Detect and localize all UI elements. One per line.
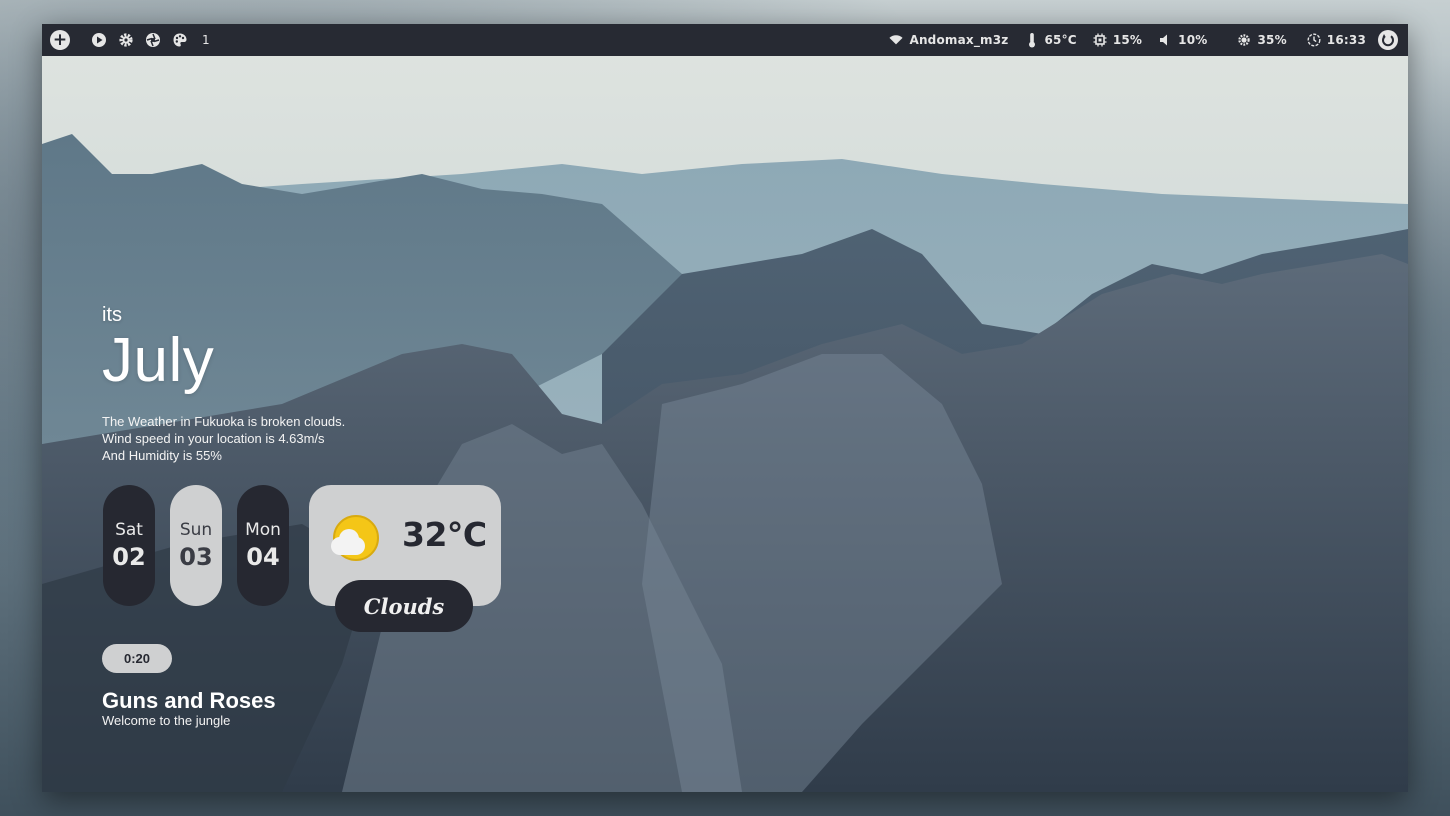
day-number: 02	[112, 542, 146, 571]
play-icon[interactable]	[90, 31, 108, 49]
clock-status[interactable]: 16:33	[1307, 31, 1366, 49]
day-name: Sat	[115, 519, 143, 540]
volume-label: 10%	[1178, 33, 1208, 47]
wifi-label: Andomax_m3z	[909, 33, 1009, 47]
mountain-wallpaper	[42, 24, 1408, 792]
clock-icon	[1307, 31, 1321, 49]
day-number: 03	[179, 542, 213, 571]
month-name: July	[102, 326, 215, 395]
brightness-status[interactable]: 35%	[1237, 31, 1287, 49]
day-pill-sun: Sun 03	[170, 485, 222, 606]
weather-description: The Weather in Fukuoka is broken clouds.…	[102, 413, 345, 464]
palette-icon[interactable]	[171, 31, 189, 49]
brightness-icon	[1237, 31, 1251, 49]
clock-label: 16:33	[1326, 33, 1366, 47]
cpu-status[interactable]: 15%	[1093, 31, 1142, 49]
power-icon[interactable]	[1378, 30, 1398, 50]
day-pills: Sat 02 Sun 03 Mon 04	[103, 485, 289, 606]
volume-status[interactable]: 10%	[1158, 31, 1207, 49]
day-name: Sun	[179, 519, 213, 540]
cpu-label: 15%	[1112, 33, 1143, 47]
gear-icon[interactable]	[117, 31, 135, 49]
cpu-icon	[1093, 31, 1107, 49]
topbar-right: Andomax_m3z 65°C 15% 10% 35% 16:33	[873, 30, 1408, 50]
weather-line: Wind speed in your location is 4.63m/s	[102, 431, 325, 446]
music-artist: Guns and Roses	[102, 688, 276, 713]
month-widget: its July	[102, 304, 214, 393]
brightness-label: 35%	[1257, 33, 1287, 47]
desktop-screen: + 1 Andomax_m3z 65°C 15% 10% 35% 16:33 i…	[42, 24, 1408, 792]
aperture-icon[interactable]	[144, 31, 162, 49]
music-title: Welcome to the jungle	[102, 713, 231, 728]
weather-line: And Humidity is 55%	[102, 448, 222, 463]
cloud-base	[331, 537, 365, 555]
day-pill-mon: Mon 04	[237, 485, 289, 606]
wifi-status[interactable]: Andomax_m3z	[889, 31, 1008, 49]
temperature-status[interactable]: 65°C	[1025, 31, 1077, 49]
month-prefix: its	[102, 304, 122, 326]
plus-icon[interactable]: +	[50, 30, 70, 50]
day-number: 04	[246, 542, 280, 571]
thermometer-icon	[1025, 31, 1039, 49]
temperature-value: 32°C	[402, 515, 487, 554]
workspace-indicator[interactable]: 1	[202, 33, 210, 47]
temperature-label: 65°C	[1044, 33, 1077, 47]
weather-line: The Weather in Fukuoka is broken clouds.	[102, 414, 346, 429]
topbar-left: + 1	[42, 30, 210, 50]
weather-condition-pill: Clouds	[335, 580, 473, 632]
volume-icon	[1158, 31, 1172, 49]
top-status-bar: + 1 Andomax_m3z 65°C 15% 10% 35% 16:33	[42, 24, 1408, 56]
day-pill-sat: Sat 02	[103, 485, 155, 606]
day-name: Mon	[245, 519, 281, 540]
music-elapsed-time: 0:20	[102, 644, 172, 673]
wifi-icon	[889, 31, 904, 49]
